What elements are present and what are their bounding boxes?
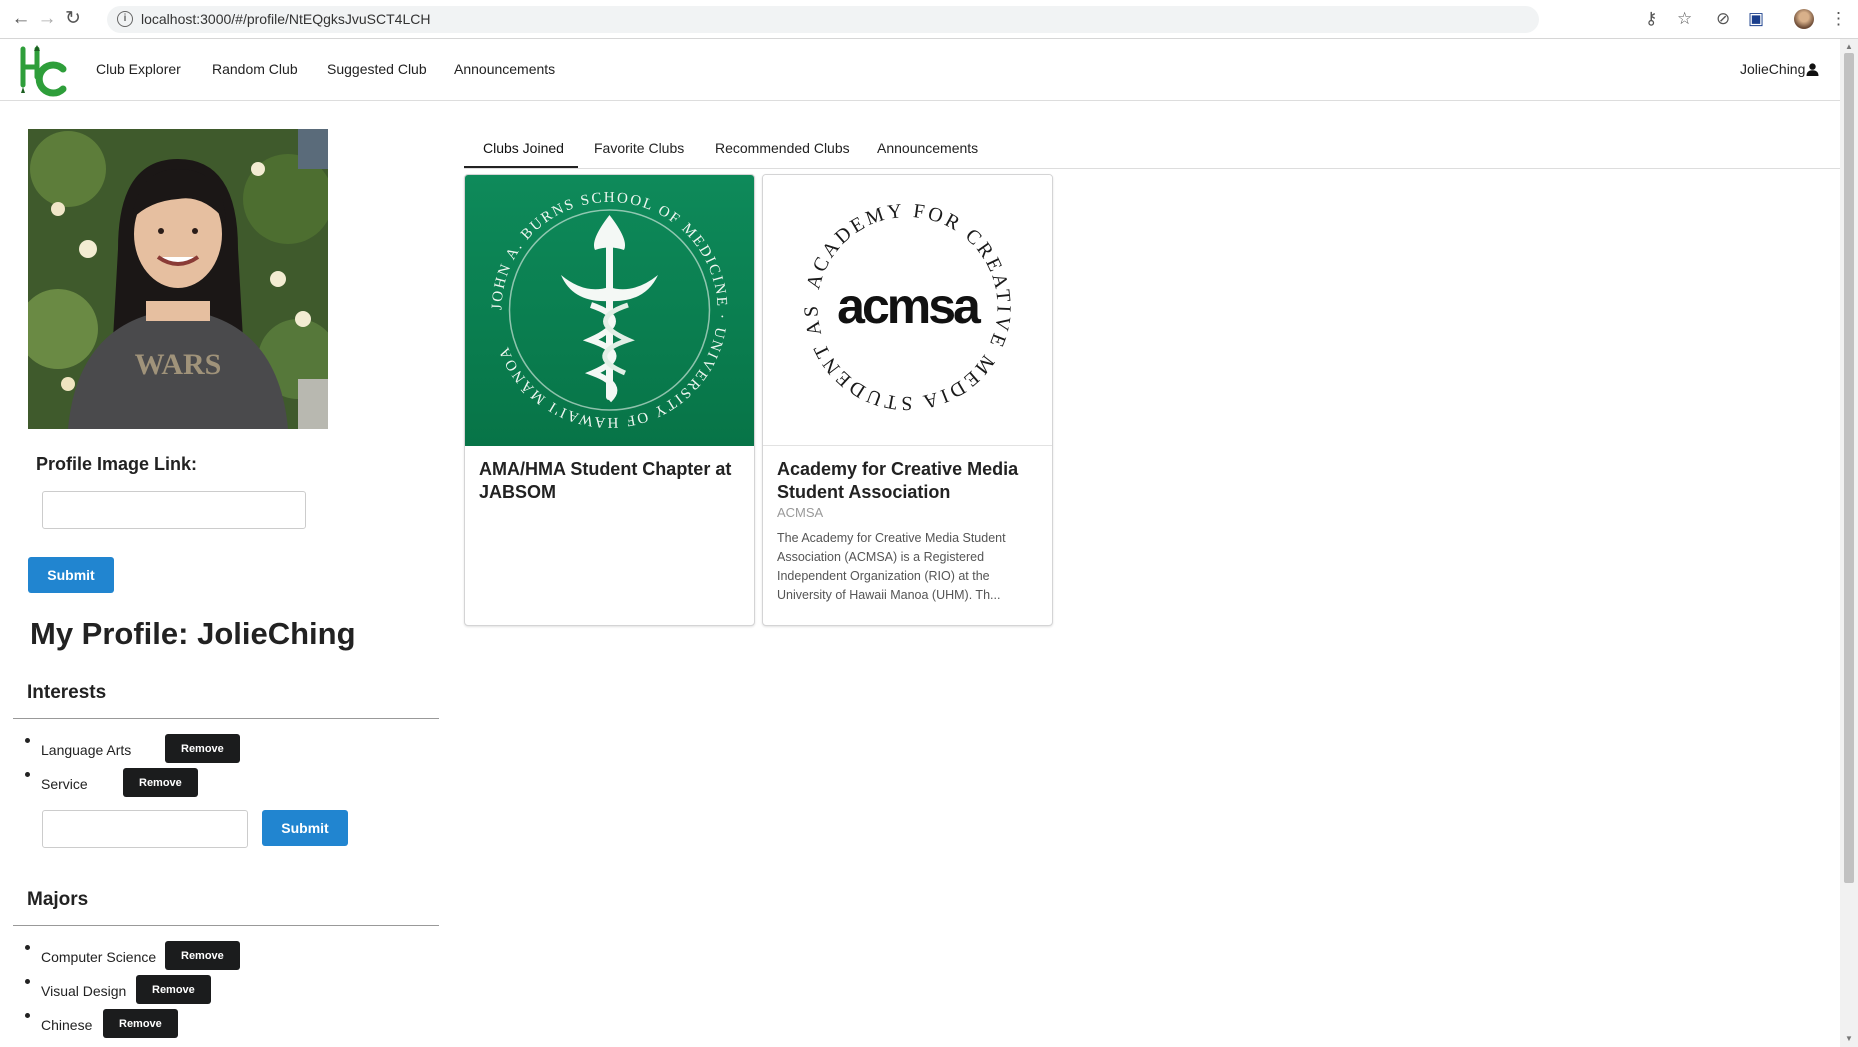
major-label: Visual Design — [41, 983, 127, 999]
remove-interest-button[interactable]: Remove — [165, 734, 240, 763]
bullet-icon — [25, 979, 30, 984]
tab-recommended-clubs[interactable]: Recommended Clubs — [715, 140, 850, 156]
user-menu[interactable]: JolieChing — [1740, 61, 1819, 77]
extension-icon[interactable]: ⊘ — [1716, 9, 1730, 29]
interests-header: Interests — [27, 682, 107, 703]
nav-suggested-club[interactable]: Suggested Club — [327, 61, 427, 77]
forward-arrow-icon[interactable]: → — [36, 8, 58, 30]
club-card-description: The Academy for Creative Media Student A… — [777, 531, 1006, 602]
scroll-down-icon[interactable]: ▼ — [1845, 1034, 1853, 1043]
remove-major-button[interactable]: Remove — [103, 1009, 178, 1038]
page-title: My Profile: JolieChing — [30, 616, 356, 651]
tab-announcements[interactable]: Announcements — [877, 140, 978, 156]
app-navbar: Club Explorer Random Club Suggested Club… — [0, 39, 1840, 101]
nav-announcements[interactable]: Announcements — [454, 61, 555, 77]
bullet-icon — [25, 772, 30, 777]
scroll-up-icon[interactable]: ▲ — [1845, 42, 1853, 51]
address-bar[interactable]: i localhost:3000/#/profile/NtEQgksJvuSCT… — [107, 6, 1539, 33]
active-tab-indicator — [464, 166, 578, 168]
tab-favorite-clubs[interactable]: Favorite Clubs — [594, 140, 684, 156]
svg-text:WARS: WARS — [135, 348, 222, 381]
majors-divider — [13, 925, 439, 926]
add-interest-input[interactable] — [42, 810, 248, 848]
nav-random-club[interactable]: Random Club — [212, 61, 298, 77]
club-card-title[interactable]: AMA/HMA Student Chapter at JABSOM — [479, 458, 741, 504]
interest-label: Language Arts — [41, 742, 132, 758]
key-icon[interactable]: ⚷ — [1645, 9, 1657, 29]
majors-header: Majors — [27, 889, 89, 910]
club-card-title[interactable]: Academy for Creative Media Student Assoc… — [777, 458, 1039, 504]
jabsom-logo-image: JOHN A. BURNS SCHOOL OF MEDICINE · UNIVE… — [465, 175, 754, 446]
browser-toolbar: ← → ↻ i localhost:3000/#/profile/NtEQgks… — [0, 0, 1858, 39]
tab-clubs-joined[interactable]: Clubs Joined — [483, 140, 564, 156]
back-arrow-icon[interactable]: ← — [10, 8, 32, 30]
club-card-meta: ACMSA — [777, 505, 824, 520]
site-info-icon[interactable]: i — [117, 11, 133, 27]
profile-photo: WARS — [28, 129, 328, 429]
remove-major-button[interactable]: Remove — [165, 941, 240, 970]
acmsa-logo-text: acmsa — [837, 278, 982, 334]
remove-major-button[interactable]: Remove — [136, 975, 211, 1004]
club-card[interactable]: JOHN A. BURNS SCHOOL OF MEDICINE · UNIVE… — [464, 174, 755, 626]
user-icon — [1806, 63, 1819, 76]
profile-image-link-input[interactable] — [42, 491, 306, 529]
star-bookmark-icon[interactable]: ☆ — [1677, 9, 1692, 29]
major-label: Chinese — [41, 1017, 93, 1033]
logo[interactable] — [17, 43, 69, 97]
remove-interest-button[interactable]: Remove — [123, 768, 198, 797]
major-label: Computer Science — [41, 949, 157, 965]
interests-divider — [13, 718, 439, 719]
page-scrollbar[interactable]: ▲ ▼ — [1840, 39, 1858, 1047]
profile-image-submit-button[interactable]: Submit — [28, 557, 114, 593]
add-interest-submit-button[interactable]: Submit — [262, 810, 348, 846]
bullet-icon — [25, 945, 30, 950]
bullet-icon — [25, 738, 30, 743]
username-label: JolieChing — [1740, 61, 1806, 77]
browser-menu-icon[interactable]: ⋮ — [1830, 9, 1847, 29]
browser-profile-avatar[interactable] — [1794, 9, 1814, 29]
acmsa-logo-image: ACADEMY FOR CREATIVE MEDIA STUDENT ASSOC… — [763, 175, 1052, 446]
reload-icon[interactable]: ↻ — [62, 8, 84, 30]
profile-tabs: Clubs Joined Favorite Clubs Recommended … — [464, 128, 1840, 169]
profile-image-link-label: Profile Image Link: — [36, 454, 198, 474]
bullet-icon — [25, 1013, 30, 1018]
scroll-thumb[interactable] — [1844, 53, 1854, 883]
url-text: localhost:3000/#/profile/NtEQgksJvuSCT4L… — [141, 11, 431, 27]
club-card[interactable]: ACADEMY FOR CREATIVE MEDIA STUDENT ASSOC… — [762, 174, 1053, 626]
nav-club-explorer[interactable]: Club Explorer — [96, 61, 181, 77]
interest-label: Service — [41, 776, 88, 792]
extension-icon-2[interactable]: ▣ — [1748, 9, 1764, 29]
